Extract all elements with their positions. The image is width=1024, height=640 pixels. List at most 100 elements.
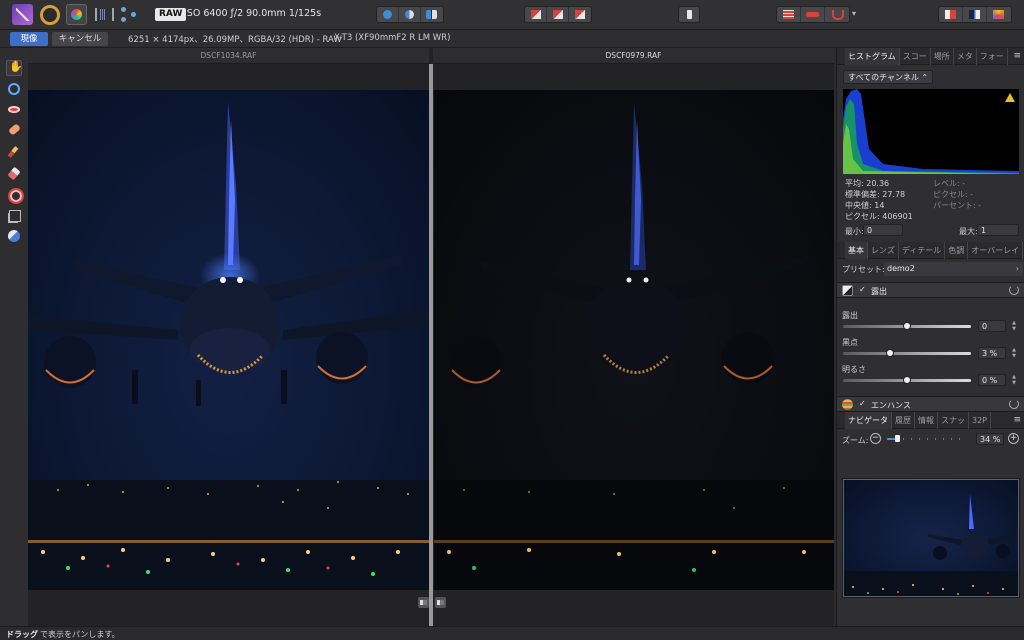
airplane-night-photo-after — [434, 102, 834, 590]
brightness-stepper[interactable]: ▲ ▼ — [1009, 374, 1019, 386]
document-canvas[interactable]: DSCF1034.RAF DSCF0979.RAF — [28, 48, 834, 626]
enhance-section-header[interactable]: ✓ エンハンス — [837, 396, 1024, 412]
mirror-view-icon[interactable] — [421, 7, 443, 22]
navigator-preview[interactable] — [842, 478, 1020, 598]
snapping-magnet-icon[interactable] — [825, 7, 849, 22]
exposure-slider[interactable] — [843, 323, 971, 329]
compare-group — [938, 6, 1012, 23]
assistant-icon[interactable] — [678, 6, 700, 23]
stat-stddev: 標準偏差: 27.78 — [845, 190, 906, 199]
zoom-tool-icon[interactable] — [6, 81, 22, 97]
split-divider[interactable] — [429, 64, 433, 626]
tab-navigator[interactable]: ナビゲータ — [845, 411, 892, 429]
grid-overlay-icon[interactable] — [777, 7, 801, 22]
right-studio-panel: ヒストグラム スコー 場所 メタ フォー ≡ すべてのチャンネル ⌃ 平均: 2… — [836, 47, 1024, 626]
zoom-value-field[interactable]: 34 % — [976, 433, 1004, 445]
exposure-section-header[interactable]: ✓ 露出 — [837, 282, 1024, 298]
tab-overlays[interactable]: オーバーレイ — [968, 241, 1024, 259]
develop-button[interactable]: 現像 — [10, 32, 48, 46]
tab-basic[interactable]: 基本 — [845, 241, 868, 259]
crop-tool-icon[interactable] — [6, 207, 22, 223]
clip-highlights-icon[interactable] — [525, 7, 547, 22]
navigator-viewport-rect[interactable] — [843, 479, 1019, 597]
tab-history[interactable]: 履歴 — [892, 411, 915, 429]
blackpoint-stepper[interactable]: ▲ ▼ — [1009, 347, 1019, 359]
brightness-value-field[interactable]: 0 % — [978, 374, 1006, 386]
exposure-slider-label: 露出 — [842, 311, 858, 320]
brightness-slider-thumb[interactable] — [904, 377, 910, 383]
split-view-icon[interactable] — [399, 7, 421, 22]
overlay-paint-tool-icon[interactable] — [6, 144, 22, 160]
min-field[interactable]: 0 — [863, 224, 903, 236]
exposure-stepper[interactable]: ▲ ▼ — [1009, 320, 1019, 332]
overlay-erase-tool-icon[interactable] — [6, 165, 22, 181]
overlay-dropdown-arrow[interactable]: ▾ — [852, 9, 856, 18]
color-picker-icon[interactable] — [987, 7, 1011, 22]
panel-menu-icon[interactable]: ≡ — [1013, 51, 1024, 61]
tab-detail[interactable]: ディテール — [899, 241, 946, 259]
blackpoint-value-field[interactable]: 3 % — [978, 347, 1006, 359]
exif-info: ISO 6400 ƒ/2 90.0mm 1/125s — [184, 8, 322, 19]
tab-32p[interactable]: 32P — [969, 411, 992, 429]
hand-tool-icon[interactable] — [6, 60, 23, 76]
clip-shadows-icon[interactable] — [569, 7, 591, 22]
brightness-slider[interactable] — [843, 377, 971, 383]
zoom-slider-thumb[interactable] — [894, 435, 900, 442]
cancel-button[interactable]: キャンセル — [52, 32, 108, 46]
image-info: 6251 × 4174px、26.09MP、RGBA/32 (HDR) - RA… — [128, 35, 342, 45]
tab-lens[interactable]: レンズ — [868, 241, 899, 259]
clip-midtones-icon[interactable] — [547, 7, 569, 22]
tab-tones[interactable]: 色調 — [945, 241, 969, 259]
white-balance-tool-icon[interactable] — [6, 228, 22, 244]
left-file-label: DSCF1034.RAF — [28, 48, 429, 64]
tone-mapping-persona-icon[interactable] — [92, 4, 114, 25]
blackpoint-slider-label: 黒点 — [842, 338, 858, 347]
compare-marker-right-icon[interactable] — [435, 597, 446, 608]
panel-grip[interactable] — [837, 242, 845, 259]
tab-info[interactable]: 情報 — [915, 411, 938, 429]
overlay-group — [776, 6, 850, 23]
histogram-tab-row: ヒストグラム スコー 場所 メタ フォー ≡ — [837, 47, 1024, 65]
export-persona-icon[interactable] — [118, 4, 139, 25]
channel-select[interactable]: すべてのチャンネル ⌃ — [843, 70, 934, 84]
zoom-label: ズーム: — [842, 436, 869, 445]
zoom-in-icon[interactable]: + — [1008, 433, 1019, 444]
preset-select[interactable]: demo2 — [884, 262, 1023, 276]
tab-metadata[interactable]: メタ — [954, 47, 977, 65]
tab-histogram[interactable]: ヒストグラム — [845, 47, 900, 65]
status-message: で表示をパンします。 — [40, 630, 120, 639]
tab-location[interactable]: 場所 — [931, 47, 954, 65]
tab-snapshots[interactable]: スナッ — [938, 411, 969, 429]
liquify-persona-icon[interactable] — [40, 5, 60, 25]
enhance-icon — [842, 399, 853, 410]
compare-before-after-icon[interactable] — [939, 7, 963, 22]
zoom-out-icon[interactable]: − — [870, 433, 881, 444]
panel-grip[interactable] — [837, 48, 845, 65]
panel-menu-icon[interactable]: ≡ — [1013, 415, 1024, 425]
blackpoint-slider-thumb[interactable] — [887, 350, 894, 356]
exposure-value-field[interactable]: 0 — [978, 320, 1006, 332]
tab-scopes[interactable]: スコー — [900, 47, 931, 65]
raw-badge: RAW — [155, 8, 187, 21]
single-view-icon[interactable] — [377, 7, 399, 22]
develop-persona-icon[interactable] — [66, 4, 87, 25]
reset-icon[interactable] — [1009, 285, 1019, 295]
stat-mean: 平均: 20.36 — [845, 179, 890, 188]
max-field[interactable]: 1 — [977, 224, 1019, 236]
tab-focus[interactable]: フォー — [977, 47, 1008, 65]
overlay-gradient-tool-icon[interactable] — [6, 186, 24, 204]
red-eye-tool-icon[interactable] — [6, 102, 22, 118]
zoom-slider[interactable] — [887, 435, 967, 442]
blemish-removal-tool-icon[interactable] — [6, 123, 22, 139]
show-overlays-icon[interactable] — [801, 7, 825, 22]
warning-icon — [1005, 93, 1015, 102]
panel-grip[interactable] — [837, 412, 845, 429]
exposure-checkbox[interactable]: ✓ — [859, 285, 866, 294]
compare-marker-left-icon[interactable] — [418, 597, 429, 608]
enhance-checkbox[interactable]: ✓ — [859, 399, 866, 408]
blackpoint-slider[interactable] — [843, 350, 971, 356]
exposure-slider-thumb[interactable] — [904, 323, 910, 329]
photo-persona-icon[interactable] — [12, 4, 33, 25]
compare-split-icon[interactable] — [963, 7, 987, 22]
reset-icon[interactable] — [1009, 399, 1019, 409]
